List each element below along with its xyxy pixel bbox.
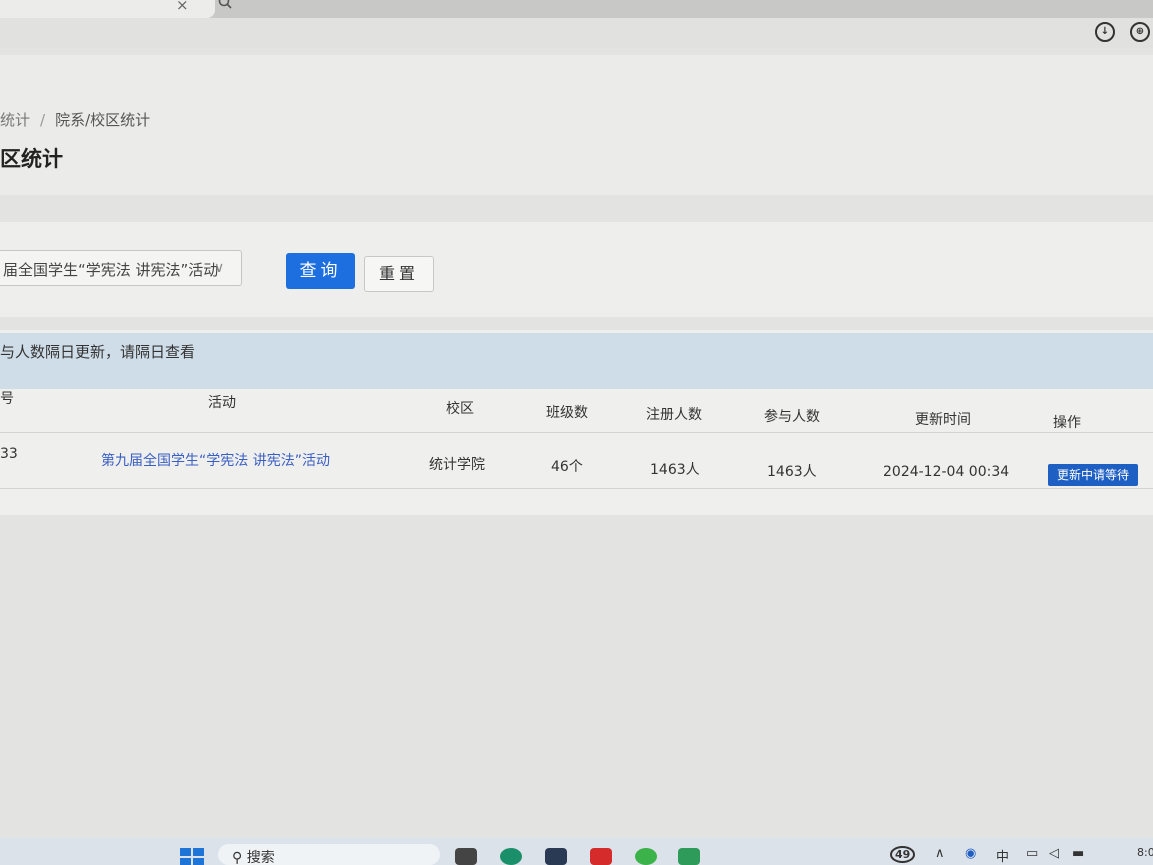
tab-close-icon[interactable]: × [176, 0, 189, 14]
edge-browser-icon[interactable] [500, 848, 522, 865]
tray-chevron-icon[interactable]: ∧ [935, 846, 945, 861]
security-icon[interactable]: ◉ [965, 846, 976, 861]
query-button[interactable]: 查询 [286, 253, 355, 289]
taskbar-search[interactable]: ⚲ 搜索 [218, 844, 440, 865]
page-title: 区统计 [0, 147, 63, 171]
chevron-down-icon[interactable]: ∨ [214, 260, 224, 276]
activity-link[interactable]: 第九届全国学生“学宪法 讲宪法”活动 [101, 450, 330, 470]
taskbar [0, 838, 1153, 865]
clock[interactable]: 8:0 [1137, 846, 1153, 859]
store-icon[interactable] [545, 848, 567, 865]
search-icon: ⚲ [232, 850, 247, 865]
browser-tab[interactable]: × [0, 0, 215, 18]
column-header-id: 号 [0, 391, 14, 407]
column-header-action: 操作 [1053, 415, 1081, 431]
wechat-icon[interactable] [635, 848, 657, 865]
volume-icon[interactable]: ◁ [1049, 846, 1059, 861]
breadcrumb-separator: / [40, 111, 46, 129]
cell-participants: 1463人 [767, 464, 817, 480]
tab-search-icon[interactable] [218, 0, 232, 13]
globe-icon[interactable]: ⊕ [1130, 22, 1150, 42]
ime-indicator[interactable]: 中 [996, 846, 1009, 865]
header-card [0, 55, 1153, 195]
cell-campus: 统计学院 [429, 457, 485, 473]
browser-toolbar [0, 18, 1153, 48]
wps-icon[interactable] [590, 848, 612, 865]
windows-start-icon[interactable] [180, 848, 204, 865]
download-icon[interactable]: ↓ [1095, 22, 1115, 42]
breadcrumb-current: 院系/校区统计 [55, 111, 151, 129]
update-notice: 与人数隔日更新，请隔日查看 [0, 333, 1153, 389]
cell-registered: 1463人 [650, 462, 700, 478]
app-icon[interactable] [678, 848, 700, 865]
column-header-registered: 注册人数 [646, 407, 702, 423]
column-header-classes: 班级数 [546, 405, 588, 421]
reset-button[interactable]: 重置 [364, 256, 434, 292]
network-icon[interactable]: ▭ [1026, 846, 1038, 861]
cell-updated: 2024-12-04 00:34 [883, 464, 1010, 480]
row-divider [0, 488, 1153, 489]
column-header-campus: 校区 [446, 401, 474, 417]
column-header-updated: 更新时间 [915, 412, 971, 428]
activity-select[interactable]: 届全国学生“学宪法 讲宪法”活动 [0, 250, 242, 286]
updating-status-button[interactable]: 更新中请等待 [1048, 464, 1138, 486]
battery-icon[interactable]: ▬ [1072, 846, 1084, 861]
breadcrumb: 统计 / 院系/校区统计 [0, 109, 150, 130]
header-divider [0, 432, 1153, 433]
column-header-participants: 参与人数 [764, 409, 820, 425]
file-explorer-icon[interactable] [455, 848, 477, 865]
cell-id: 33 [0, 446, 18, 462]
breadcrumb-parent[interactable]: 统计 [0, 111, 30, 129]
taskbar-search-label: 搜索 [246, 850, 275, 865]
column-header-activity: 活动 [208, 395, 236, 411]
cell-classes: 46个 [551, 459, 583, 475]
